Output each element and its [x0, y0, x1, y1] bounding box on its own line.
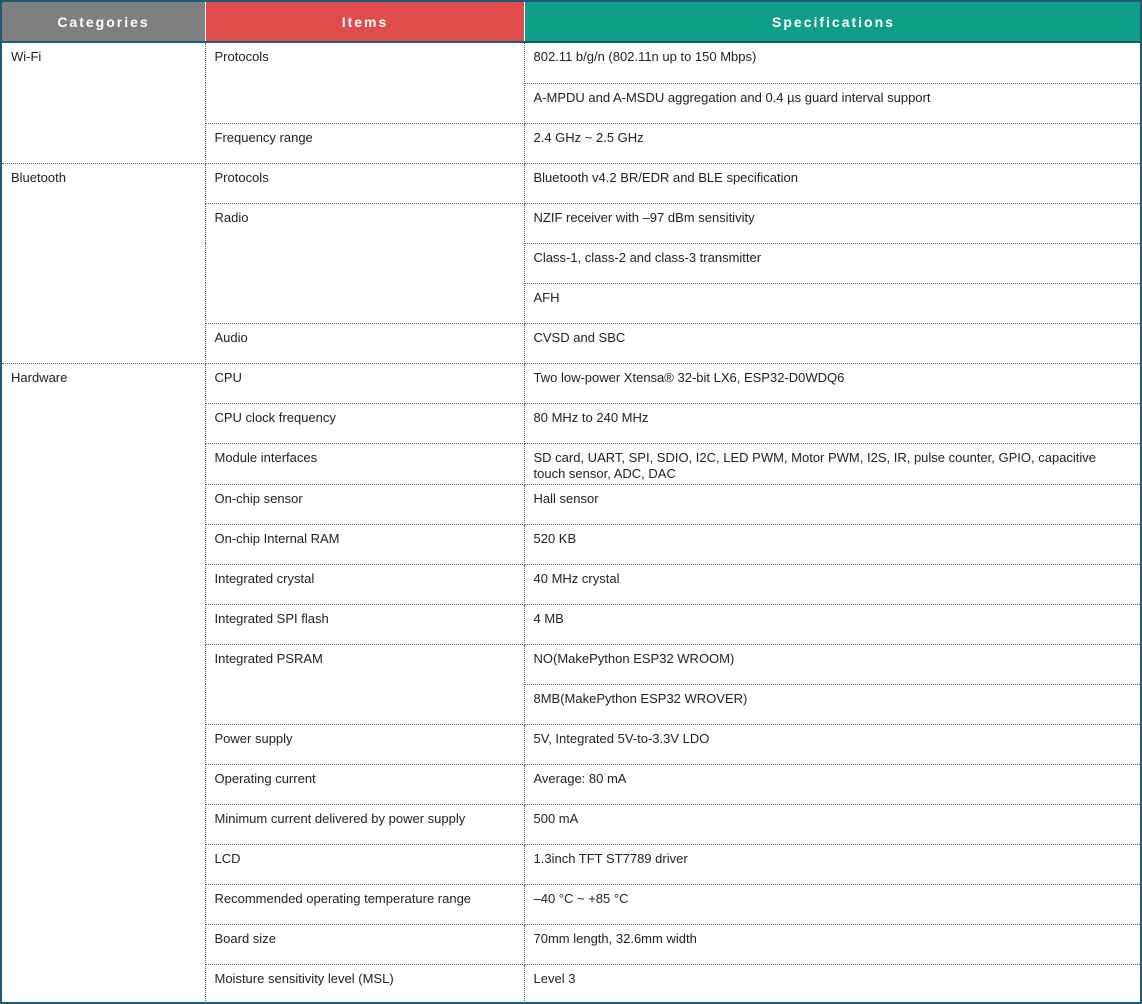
specification-cell: Class-1, class-2 and class-3 transmitter — [524, 243, 1140, 284]
category-cell: Wi-Fi — [2, 43, 206, 164]
specification-cell: AFH — [524, 283, 1140, 324]
item-cell: CPU clock frequency — [205, 403, 525, 444]
item-cell: Audio — [205, 323, 525, 364]
specification-cell: Average: 80 mA — [524, 764, 1140, 805]
item-cell: Integrated crystal — [205, 564, 525, 605]
spec-table-body: Wi-Fi Protocols 802.11 b/g/n (802.11n up t… — [2, 43, 1140, 1002]
specification-cell: Two low-power Xtensa® 32-bit LX6, ESP32-… — [524, 363, 1140, 404]
item-cell: Module interfaces — [205, 443, 525, 485]
item-cell: Protocols — [205, 43, 525, 124]
category-cell: Bluetooth — [2, 163, 206, 364]
specification-cell: 802.11 b/g/n (802.11n up to 150 Mbps) — [524, 43, 1140, 84]
specification-cell: 40 MHz crystal — [524, 564, 1140, 605]
specification-cell: 8MB(MakePython ESP32 WROVER) — [524, 684, 1140, 725]
item-cell: CPU — [205, 363, 525, 404]
specification-cell: 70mm length, 32.6mm width — [524, 924, 1140, 965]
header-specifications: Specifications — [525, 2, 1140, 42]
specification-cell: CVSD and SBC — [524, 323, 1140, 364]
specification-cell: NZIF receiver with –97 dBm sensitivity — [524, 203, 1140, 244]
table-row: Bluetooth Protocols Bluetooth v4.2 BR/EDR … — [2, 163, 1140, 364]
specification-cell: 80 MHz to 240 MHz — [524, 403, 1140, 444]
item-cell: Operating current — [205, 764, 525, 805]
item-cell: Frequency range — [205, 123, 525, 164]
item-cell: Integrated PSRAM — [205, 644, 525, 725]
specification-cell: 2.4 GHz ~ 2.5 GHz — [524, 123, 1140, 164]
item-cell: Recommended operating temperature range — [205, 884, 525, 925]
item-cell: Board size — [205, 924, 525, 965]
item-cell: Moisture sensitivity level (MSL) — [205, 964, 525, 1002]
specification-cell: –40 °C ~ +85 °C — [524, 884, 1140, 925]
table-row: Hardware CPU Two low-power Xtensa® 32-bit … — [2, 363, 1140, 1002]
item-cell: Radio — [205, 203, 525, 324]
specification-cell: NO(MakePython ESP32 WROOM) — [524, 644, 1140, 685]
specification-cell: 1.3inch TFT ST7789 driver — [524, 844, 1140, 885]
specification-cell: 5V, Integrated 5V-to-3.3V LDO — [524, 724, 1140, 765]
item-cell: Integrated SPI flash — [205, 604, 525, 645]
item-cell: LCD — [205, 844, 525, 885]
specification-cell: 500 mA — [524, 804, 1140, 845]
item-cell: On-chip sensor — [205, 484, 525, 525]
spec-table-frame: Categories Items Specifications Wi-Fi Pro… — [0, 0, 1142, 1004]
item-cell: Minimum current delivered by power suppl… — [205, 804, 525, 845]
table-header: Categories Items Specifications — [2, 2, 1140, 42]
specification-cell: 520 KB — [524, 524, 1140, 565]
item-cell: On-chip Internal RAM — [205, 524, 525, 565]
category-cell: Hardware — [2, 363, 206, 1002]
specification-cell: 4 MB — [524, 604, 1140, 645]
table-row: Wi-Fi Protocols 802.11 b/g/n (802.11n up t… — [2, 43, 1140, 164]
header-items: Items — [206, 2, 525, 42]
item-cell: Protocols — [205, 163, 525, 204]
spec-table: Wi-Fi Protocols 802.11 b/g/n (802.11n up t… — [2, 43, 1140, 1002]
specification-cell: A-MPDU and A-MSDU aggregation and 0.4 µs… — [524, 83, 1140, 124]
item-cell: Power supply — [205, 724, 525, 765]
header-categories: Categories — [2, 2, 206, 42]
specification-cell: Level 3 — [524, 964, 1140, 1002]
specification-cell: Hall sensor — [524, 484, 1140, 525]
specification-cell: Bluetooth v4.2 BR/EDR and BLE specificat… — [524, 163, 1140, 204]
specification-cell: SD card, UART, SPI, SDIO, I2C, LED PWM, … — [524, 443, 1140, 485]
